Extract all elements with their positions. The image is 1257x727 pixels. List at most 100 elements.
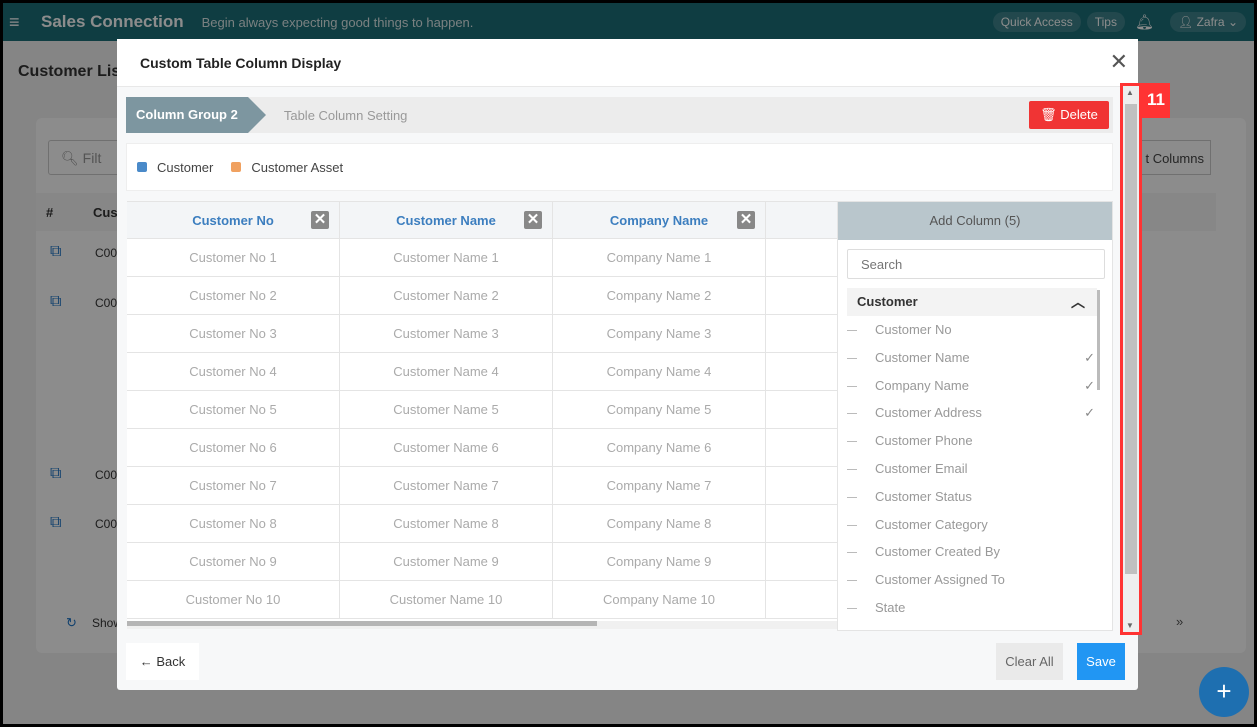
column-option[interactable]: State <box>847 594 1106 622</box>
column-option[interactable]: Customer Phone <box>847 427 1106 455</box>
column-header-label: Customer No <box>192 212 274 228</box>
column-option-label: Customer Address <box>875 405 982 421</box>
column-option[interactable]: Customer Email <box>847 455 1106 483</box>
breadcrumb: Column Group 2 Table Column Setting 🗑︎ D… <box>126 97 1113 133</box>
column-option-label: Customer Email <box>875 460 968 476</box>
table-cell: Customer No 9 <box>127 543 340 581</box>
table-cell: Customer No 7 <box>127 467 340 505</box>
table-cell: Customer Name 2 <box>340 277 553 315</box>
table-cell: Customer Name 7 <box>340 467 553 505</box>
table-cell: Company Name 3 <box>553 315 766 353</box>
column-option-label: Customer Category <box>875 516 988 532</box>
table-cell: Customer No 8 <box>127 505 340 543</box>
table-cell: Customer No 6 <box>127 429 340 467</box>
table-cell: Customer No 3 <box>127 315 340 353</box>
table-cell: Company Name 6 <box>553 429 766 467</box>
column-option[interactable]: Customer Status <box>847 483 1106 511</box>
clear-all-button[interactable]: Clear All <box>996 643 1063 680</box>
dialog-header: Custom Table Column Display ✕ <box>117 39 1138 87</box>
column-option[interactable]: Customer Address <box>847 399 1106 427</box>
group-customer[interactable]: Customer ︿ <box>847 288 1097 316</box>
table-cell <box>766 277 838 315</box>
column-option-label: Customer Status <box>875 488 972 504</box>
column-header: Company Name ✕ <box>553 201 766 239</box>
chevron-up-icon[interactable]: ︿ <box>1071 288 1085 316</box>
table-cell <box>766 315 838 353</box>
column-option[interactable]: Company Name ✓ <box>847 372 1106 420</box>
column-search-input[interactable] <box>847 249 1105 279</box>
scroll-down-arrow[interactable]: ▼ <box>1126 621 1134 630</box>
column-option-label: Company Name <box>875 377 969 393</box>
breadcrumb-column-group[interactable]: Column Group 2 <box>126 97 266 133</box>
column-option-label: State <box>875 599 906 615</box>
column-option[interactable]: Customer Assigned To <box>847 566 1106 594</box>
add-fab-button[interactable]: + <box>1199 667 1249 717</box>
add-column-panel: Add Column (5) Customer︿ Customer No✓Cus… <box>837 201 1113 631</box>
table-cell: Customer No 4 <box>127 353 340 391</box>
table-cell: Customer Name 5 <box>340 391 553 429</box>
table-cell: Company Name 1 <box>553 239 766 277</box>
column-option-label: Customer No <box>875 322 952 337</box>
breadcrumb-table-column-setting: Table Column Setting <box>283 107 408 123</box>
table-cell: Company Name 2 <box>553 277 766 315</box>
trash-icon: 🗑︎ <box>1040 107 1061 122</box>
remove-column-icon[interactable]: ✕ <box>737 211 755 229</box>
panel-scrollbar[interactable] <box>1097 290 1100 390</box>
column-option-label: Customer Phone <box>875 433 973 449</box>
table-cell <box>766 581 838 619</box>
legend-customer-asset: Customer Asset <box>251 159 344 175</box>
custom-column-dialog: Custom Table Column Display ✕ Column Gro… <box>117 39 1138 690</box>
remove-column-icon[interactable]: ✕ <box>524 211 542 229</box>
table-cell: Customer Name 3 <box>340 315 553 353</box>
table-cell: Customer No 1 <box>127 239 340 277</box>
table-cell: Company Name 5 <box>553 391 766 429</box>
table-cell: Company Name 10 <box>553 581 766 619</box>
empty-header <box>766 201 838 239</box>
delete-button[interactable]: 🗑︎ Delete <box>1029 101 1109 129</box>
table-cell: Customer No 2 <box>127 277 340 315</box>
table-cell: Customer No 5 <box>127 391 340 429</box>
table-cell: Customer Name 9 <box>340 543 553 581</box>
table-cell <box>766 429 838 467</box>
column-option[interactable]: Customer No ✓ <box>847 316 1106 365</box>
column-header: Customer No ✕ <box>127 201 340 239</box>
table-cell: Customer Name 10 <box>340 581 553 619</box>
remove-column-icon[interactable]: ✕ <box>311 211 329 229</box>
back-label: Back <box>156 654 186 669</box>
table-cell: Customer No 10 <box>127 581 340 619</box>
column-option-label: Customer Created By <box>875 544 1000 560</box>
table-cell <box>766 391 838 429</box>
legend-customer: Customer <box>157 159 214 175</box>
table-cell <box>766 467 838 505</box>
group-label: Customer <box>857 294 918 309</box>
column-option[interactable]: Customer Category <box>847 511 1106 539</box>
table-cell: Company Name 4 <box>553 353 766 391</box>
dialog-vertical-scrollbar[interactable]: ▲ ▼ <box>1120 83 1142 635</box>
table-cell: Company Name 8 <box>553 505 766 543</box>
table-cell <box>766 543 838 581</box>
dialog-title: Custom Table Column Display <box>140 55 342 71</box>
column-option-label: Customer Assigned To <box>875 572 1005 588</box>
table-cell <box>766 353 838 391</box>
scroll-up-arrow[interactable]: ▲ <box>1126 88 1134 97</box>
arrow-left-icon: ← <box>139 654 157 669</box>
app-window: ≡ Sales Connection Begin always expectin… <box>3 3 1254 724</box>
close-icon[interactable]: ✕ <box>1110 49 1128 75</box>
column-option[interactable]: Customer Name ✓ <box>847 344 1106 393</box>
scroll-thumb[interactable] <box>127 621 597 626</box>
horizontal-scrollbar[interactable] <box>127 621 838 629</box>
back-button[interactable]: ← Back <box>126 643 199 680</box>
column-preview-table: Customer No ✕ Customer Name ✕ Company Name ✕ C… <box>127 201 838 621</box>
column-header-label: Company Name <box>609 212 709 228</box>
column-header-label: Customer Name <box>396 212 496 228</box>
table-cell: Customer Name 6 <box>340 429 553 467</box>
table-cell: Customer Name 1 <box>340 239 553 277</box>
add-column-title: Add Column (5) <box>838 202 1112 240</box>
column-option[interactable]: Customer Created By <box>847 538 1106 566</box>
legend-swatch-customer-asset <box>231 162 242 172</box>
column-header: Customer Name ✕ <box>340 201 553 239</box>
scroll-thumb[interactable] <box>1125 104 1137 574</box>
table-cell <box>766 239 838 277</box>
save-button[interactable]: Save <box>1077 643 1125 680</box>
table-cell: Customer Name 4 <box>340 353 553 391</box>
